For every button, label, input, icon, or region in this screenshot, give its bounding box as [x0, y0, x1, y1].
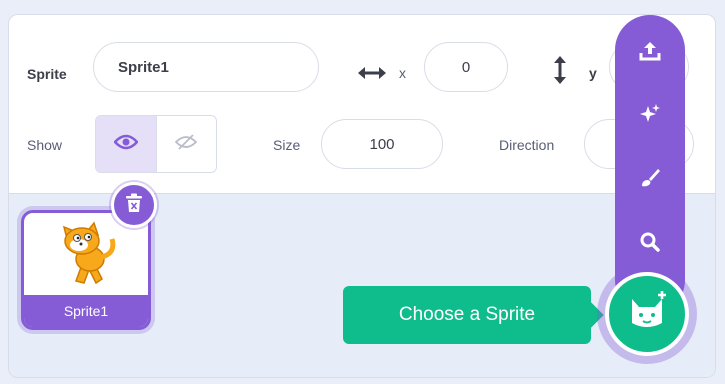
y-label: y [589, 65, 597, 81]
sprite-menu [615, 15, 685, 315]
surprise-sprite-button[interactable] [634, 100, 666, 132]
x-label: x [399, 65, 406, 81]
show-visible-button[interactable] [96, 116, 157, 172]
size-value: 100 [369, 135, 395, 153]
show-hidden-button[interactable] [157, 116, 217, 172]
upload-icon [638, 39, 662, 68]
paint-icon [638, 166, 662, 195]
delete-sprite-button[interactable] [111, 182, 157, 228]
sprite-tile[interactable]: Sprite1 [21, 210, 151, 330]
paint-sprite-button[interactable] [634, 164, 666, 196]
sprite-label: Sprite [27, 66, 67, 82]
x-arrows-icon [357, 65, 387, 86]
sprite-name-input[interactable]: Sprite1 [93, 42, 319, 92]
sprite-tile-name: Sprite1 [24, 295, 148, 327]
choose-sprite-tooltip: Choose a Sprite [343, 286, 591, 344]
x-value: 0 [461, 58, 471, 76]
x-input[interactable]: 0 [424, 42, 508, 92]
upload-sprite-button[interactable] [634, 37, 666, 69]
eye-slash-icon [174, 133, 198, 156]
y-arrows-icon [552, 55, 568, 90]
choose-sprite-button[interactable] [605, 272, 689, 356]
show-label: Show [27, 137, 63, 153]
surprise-icon [638, 102, 662, 131]
sprite-thumbnail [54, 217, 118, 294]
direction-label: Direction [499, 137, 555, 153]
size-input[interactable]: 100 [321, 119, 443, 169]
eye-icon [113, 134, 139, 155]
show-toggle [95, 115, 217, 173]
sprite-name-value: Sprite1 [118, 58, 169, 76]
trash-icon [125, 193, 143, 218]
cat-icon [624, 289, 670, 340]
search-icon [638, 230, 662, 259]
size-label: Size [273, 137, 301, 153]
sprite-info: Sprite Sprite1 x 0 y Show Size 100 Direc… [9, 15, 715, 193]
search-sprite-button[interactable] [634, 228, 666, 260]
